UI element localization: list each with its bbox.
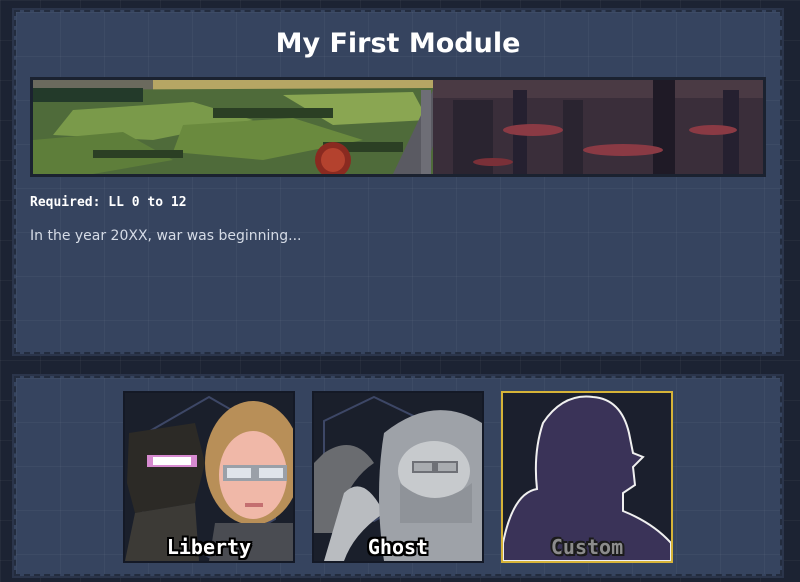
license-level-requirement: Required: LL 0 to 12 [30, 195, 187, 210]
pilot-card-custom[interactable]: Custom [501, 391, 673, 563]
pilot-name: Liberty [166, 535, 252, 559]
module-description: In the year 20XX, war was beginning... [30, 228, 302, 244]
module-title: My First Module [275, 28, 521, 59]
pilot-name: Ghost [367, 535, 429, 559]
pilot-card-ghost[interactable]: Ghost [312, 391, 484, 563]
module-banner-image [30, 77, 766, 177]
pilot-card-liberty[interactable]: Liberty [123, 391, 295, 563]
pilot-selection-panel: Liberty Ghost Custom [12, 374, 784, 578]
module-panel: My First Module Required: LL 0 to 12 In … [12, 8, 784, 356]
pilot-name: Custom [550, 535, 624, 559]
